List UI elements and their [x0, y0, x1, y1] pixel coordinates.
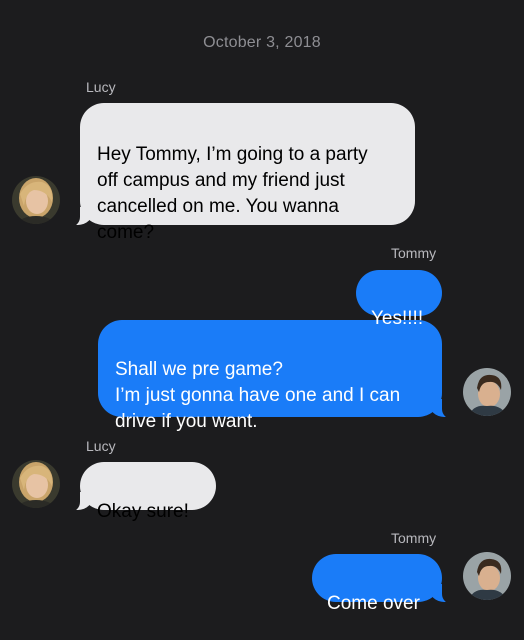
message-text: Yes!!!! [371, 308, 424, 329]
sender-name: Lucy [86, 79, 116, 95]
lucy-avatar[interactable] [12, 460, 60, 508]
sender-name: Tommy [391, 530, 437, 546]
message-text: Shall we pre game? I’m just gonna have o… [115, 359, 401, 432]
outgoing-message-bubble[interactable]: Yes!!!! [356, 270, 442, 329]
incoming-message-bubble[interactable]: Hey Tommy, I’m going to a party off camp… [54, 103, 415, 243]
outgoing-message-bubble[interactable]: Shall we pre game? I’m just gonna have o… [98, 320, 468, 432]
message-text: Okay sure! [97, 501, 189, 522]
tommy-avatar[interactable] [463, 552, 511, 600]
sender-name: Tommy [391, 245, 437, 261]
tommy-avatar[interactable] [463, 368, 511, 416]
outgoing-message-bubble[interactable]: Come over [312, 554, 468, 614]
conversation-date: October 3, 2018 [203, 34, 321, 51]
lucy-avatar[interactable] [12, 176, 60, 224]
message-text: Hey Tommy, I’m going to a party off camp… [97, 144, 368, 243]
incoming-message-bubble[interactable]: Okay sure! [54, 462, 216, 522]
message-text: Come over [327, 593, 420, 614]
sender-name: Lucy [86, 438, 116, 454]
